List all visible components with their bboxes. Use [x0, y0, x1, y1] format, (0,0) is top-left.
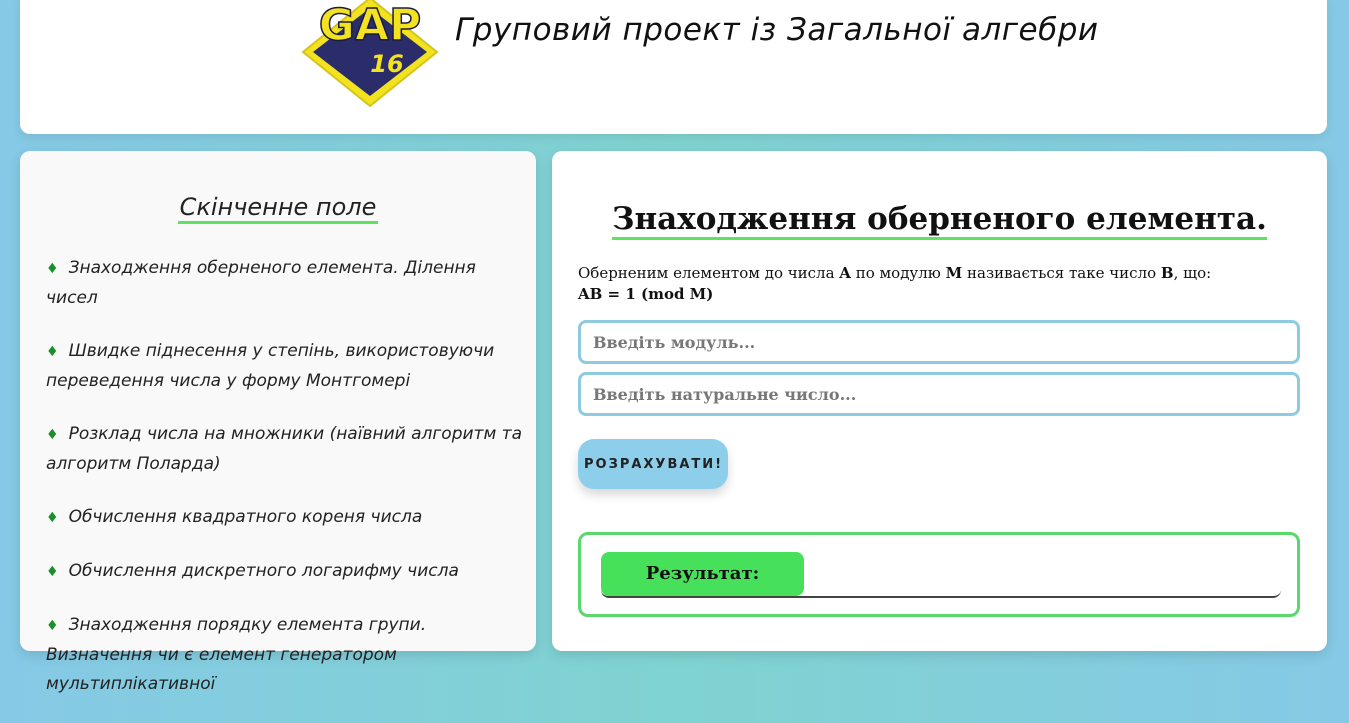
sidebar-item-discrete-log[interactable]: ♦ Обчислення дискретного логарифму числа [46, 557, 526, 587]
number-input[interactable] [578, 372, 1300, 416]
calculate-button[interactable]: РОЗРАХУВАТИ! [578, 439, 728, 489]
diamond-bullet-icon: ♦ [46, 618, 59, 634]
result-label: Результат: [601, 552, 804, 596]
modulus-input[interactable] [578, 320, 1300, 364]
svg-text:16: 16 [370, 50, 403, 78]
sidebar-item-factorization[interactable]: ♦ Розклад числа на множники (наївний алго… [46, 420, 526, 479]
result-box: Результат: [578, 532, 1300, 617]
site-title: Груповий проект із Загальної алгебри [455, 12, 1099, 48]
sidebar-title[interactable]: Скінченне поле [20, 193, 536, 224]
page-title: Знаходження оберненого елемента. [552, 201, 1327, 240]
svg-text:GAP: GAP [319, 0, 421, 51]
sidebar-menu: ♦ Знаходження оберненого елемента. Діленн… [46, 254, 526, 723]
site-header: GAP 16 Груповий проект із Загальної алге… [20, 0, 1327, 134]
formula: AB = 1 (mod M) [578, 285, 714, 303]
definition-text: Оберненим елементом до числа A по модулю… [578, 264, 1212, 303]
sidebar-item-square-root[interactable]: ♦ Обчислення квадратного кореня числа [46, 503, 526, 533]
diamond-bullet-icon: ♦ [46, 510, 59, 526]
sidebar-item-inverse-element[interactable]: ♦ Знаходження оберненого елемента. Діленн… [46, 254, 526, 313]
gap-logo[interactable]: GAP 16 [301, 0, 439, 108]
sidebar-item-montgomery[interactable]: ♦ Швидке піднесення у степінь, використов… [46, 337, 526, 396]
diamond-bullet-icon: ♦ [46, 344, 59, 360]
sidebar: Скінченне поле ♦ Знаходження оберненого е… [20, 151, 536, 694]
main-panel: Знаходження оберненого елемента. Обернен… [552, 151, 1327, 651]
sidebar-item-element-order[interactable]: ♦ Знаходження порядку елемента групи. Виз… [46, 611, 526, 699]
diamond-bullet-icon: ♦ [46, 427, 59, 443]
diamond-bullet-icon: ♦ [46, 564, 59, 580]
diamond-bullet-icon: ♦ [46, 261, 59, 277]
result-output: Результат: [601, 552, 1281, 598]
